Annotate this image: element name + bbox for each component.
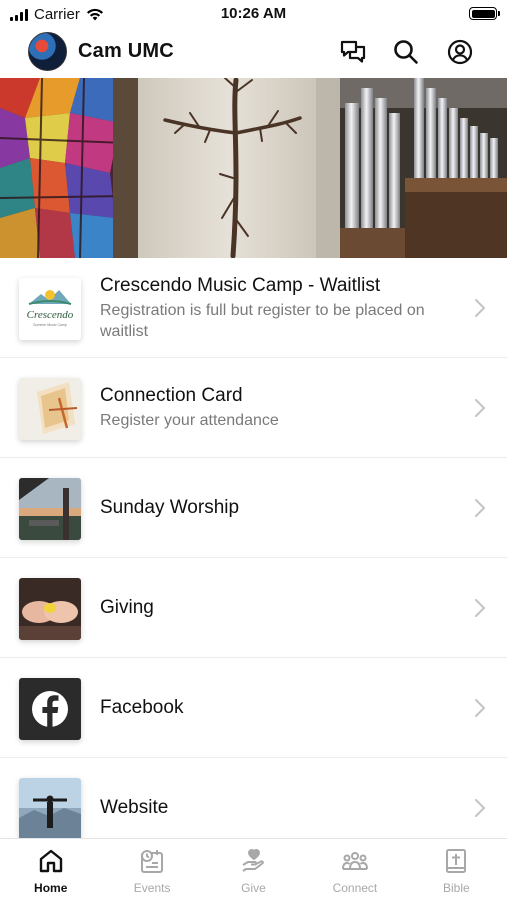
giving-image [19,578,81,640]
item-text: Connection Card Register your attendance [100,358,467,457]
item-text: Facebook [100,658,467,757]
battery-icon [469,7,500,20]
crescendo-logo: Crescendo Summer Music Camp [19,278,81,340]
item-title: Connection Card [100,385,243,406]
item-text: Crescendo Music Camp - Waitlist Registra… [100,258,467,357]
search-icon [394,40,418,64]
content-list: Crescendo Summer Music Camp Crescendo Mu… [0,258,507,858]
status-time: 10:26 AM [220,5,287,22]
item-title: Facebook [100,696,184,718]
tab-home[interactable]: Home [0,839,101,900]
chevron-right-icon [475,299,486,317]
hero-image [0,78,507,258]
chat-button[interactable] [337,36,369,68]
church-logo-avatar[interactable] [28,32,67,71]
profile-icon [447,39,473,65]
list-item-giving[interactable]: Giving [0,558,507,658]
search-button[interactable] [390,36,422,68]
tab-connect[interactable]: Connect [304,839,405,900]
hero-banner [0,78,507,258]
chevron-right-icon [475,699,486,717]
tab-label: Bible [442,881,470,895]
chat-icon [340,40,366,63]
item-text: Sunday Worship [100,458,467,557]
bible-icon [446,849,467,873]
list-item-sunday-worship[interactable]: Sunday Worship [0,458,507,558]
chevron-right-icon [475,399,486,417]
item-title: Sunday Worship [100,496,240,518]
chevron-right-icon [475,499,486,517]
connect-icon [341,852,368,870]
tab-label: Events [133,881,171,895]
list-item-crescendo[interactable]: Crescendo Summer Music Camp Crescendo Mu… [0,258,507,358]
svg-text:Crescendo: Crescendo [27,309,74,321]
item-subtitle: Registration is full but register to be … [100,301,425,340]
events-icon [141,850,164,873]
tab-events[interactable]: Events [101,839,202,900]
tab-label: Home [34,881,68,895]
list-item-facebook[interactable]: Facebook [0,658,507,758]
profile-button[interactable] [444,36,476,68]
item-title: Giving [100,596,154,618]
app-header: Cam UMC [0,28,507,78]
tab-give[interactable]: Give [203,839,304,900]
svg-text:Summer Music Camp: Summer Music Camp [33,323,67,327]
tab-bible[interactable]: Bible [406,839,507,900]
chevron-right-icon [475,799,486,817]
item-title: Crescendo Music Camp - Waitlist [100,274,381,296]
item-text: Giving [100,558,467,657]
item-title: Website [100,796,169,818]
connection-card-image [19,378,81,440]
tab-bar: Home Events Give Connect Bible [0,838,507,900]
website-image [19,778,81,840]
home-icon [39,849,62,873]
give-icon [241,849,264,872]
tab-label: Connect [332,881,378,895]
app-title: Cam UMC [78,40,174,62]
sunday-worship-image [19,478,81,540]
status-bar: Carrier 10:26 AM [0,0,507,28]
item-subtitle: Register your attendance [100,412,279,429]
list-item-connection-card[interactable]: Connection Card Register your attendance [0,358,507,458]
facebook-icon [19,678,81,740]
chevron-right-icon [475,599,486,617]
tab-label: Give [241,881,266,895]
